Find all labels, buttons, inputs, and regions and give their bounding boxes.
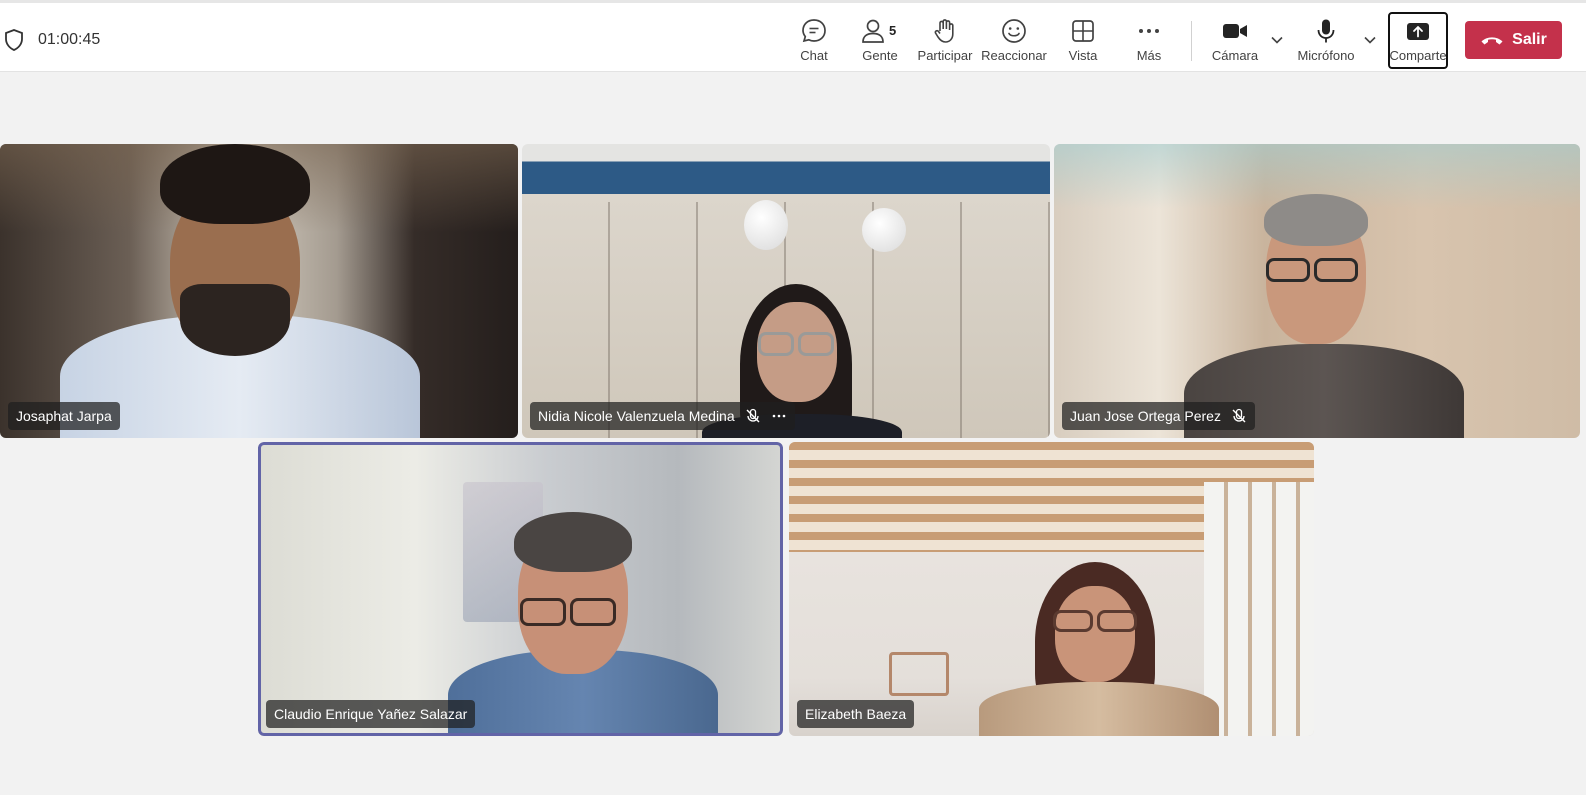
- share-label: Comparte: [1389, 48, 1447, 63]
- raise-hand-label: Participar: [917, 48, 973, 63]
- react-label: Reaccionar: [981, 48, 1047, 63]
- participant-name-tag: Nidia Nicole Valenzuela Medina: [530, 402, 795, 430]
- participant-video-figure: [979, 562, 1219, 736]
- meeting-toolbar: 01:00:45 Chat 5 Gente Participar Reaccio…: [0, 0, 1586, 72]
- smiley-icon: [1002, 19, 1026, 43]
- participant-name: Claudio Enrique Yañez Salazar: [274, 706, 468, 722]
- mic-off-icon: [1232, 408, 1246, 423]
- leave-label: Salir: [1512, 31, 1547, 48]
- video-tile-juan[interactable]: Juan Jose Ortega Perez: [1054, 144, 1580, 438]
- video-tile-josaphat[interactable]: Josaphat Jarpa: [0, 144, 518, 438]
- participant-name: Elizabeth Baeza: [805, 706, 907, 722]
- participant-name-tag: Elizabeth Baeza: [797, 700, 915, 728]
- chat-icon: [802, 19, 826, 43]
- raise-hand-button[interactable]: Participar: [917, 13, 973, 69]
- view-button[interactable]: Vista: [1067, 13, 1099, 69]
- toolbar-divider: [1191, 21, 1192, 61]
- microphone-options-chevron-icon[interactable]: [1363, 33, 1377, 47]
- balloon-right: [862, 208, 906, 252]
- chat-label: Chat: [800, 48, 828, 63]
- participant-name: Nidia Nicole Valenzuela Medina: [538, 408, 735, 424]
- microphone-label: Micrófono: [1297, 48, 1355, 63]
- grid-layout-icon: [1072, 20, 1094, 42]
- people-icon: [862, 19, 884, 43]
- microphone-button[interactable]: Micrófono: [1295, 13, 1357, 69]
- participant-video-figure: [60, 144, 420, 438]
- shield-icon: [5, 29, 23, 51]
- react-button[interactable]: Reaccionar: [981, 13, 1047, 69]
- participant-name-tag: Josaphat Jarpa: [8, 402, 120, 430]
- raise-hand-icon: [934, 19, 954, 43]
- more-button[interactable]: Más: [1134, 13, 1164, 69]
- more-dots-icon: [1139, 29, 1159, 33]
- meeting-timer: 01:00:45: [38, 31, 101, 48]
- camera-options-chevron-icon[interactable]: [1270, 33, 1284, 47]
- video-tile-elizabeth[interactable]: Elizabeth Baeza: [789, 442, 1314, 736]
- camera-button[interactable]: Cámara: [1212, 13, 1258, 69]
- view-label: Vista: [1068, 48, 1098, 63]
- chat-button[interactable]: Chat: [796, 13, 832, 69]
- hang-up-phone-icon: [1481, 37, 1503, 45]
- chair: [889, 652, 949, 696]
- leave-button[interactable]: Salir: [1465, 21, 1562, 59]
- people-button[interactable]: 5 Gente: [859, 13, 901, 69]
- more-label: Más: [1136, 48, 1162, 63]
- video-tile-nidia[interactable]: Nidia Nicole Valenzuela Medina: [522, 144, 1050, 438]
- window-frame: [1204, 482, 1314, 736]
- participant-name: Juan Jose Ortega Perez: [1070, 408, 1221, 424]
- video-tile-claudio[interactable]: Claudio Enrique Yañez Salazar: [258, 442, 783, 736]
- video-camera-icon: [1223, 24, 1247, 38]
- people-label: Gente: [862, 48, 898, 63]
- participant-name-tag: Juan Jose Ortega Perez: [1062, 402, 1255, 430]
- participant-name: Josaphat Jarpa: [16, 408, 112, 424]
- microphone-icon: [1317, 19, 1335, 43]
- balloon-left: [744, 200, 788, 250]
- more-options-icon[interactable]: [771, 408, 787, 424]
- mic-off-icon: [746, 408, 760, 423]
- participant-name-tag: Claudio Enrique Yañez Salazar: [266, 700, 476, 728]
- people-count: 5: [889, 23, 897, 38]
- share-screen-icon: [1407, 23, 1429, 40]
- camera-label: Cámara: [1211, 48, 1259, 63]
- share-button[interactable]: Comparte: [1388, 12, 1448, 69]
- participant-video-figure: [448, 512, 718, 736]
